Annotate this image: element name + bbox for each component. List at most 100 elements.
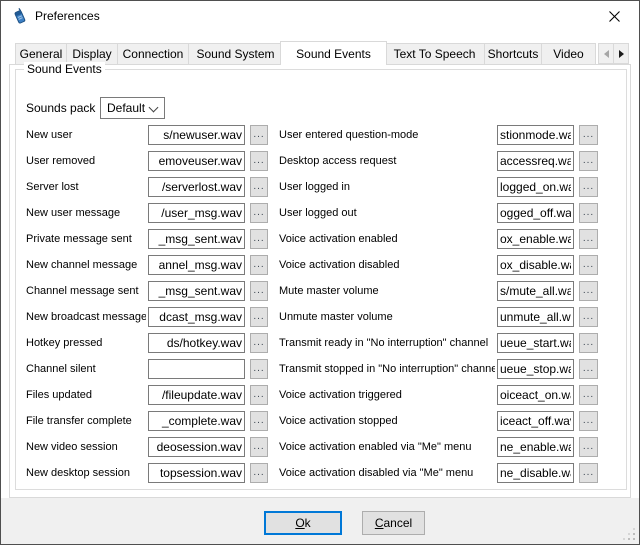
browse-button[interactable]: ...: [579, 151, 598, 171]
tab-sound-system[interactable]: Sound System: [188, 43, 283, 64]
sounds-pack-value: Default: [107, 98, 145, 118]
ok-label-rest: k: [305, 516, 311, 530]
sound-file-input[interactable]: [497, 255, 574, 275]
sounds-pack-select[interactable]: Default: [100, 97, 165, 119]
event-label: File transfer complete: [26, 411, 146, 431]
sound-file-input[interactable]: [148, 333, 245, 353]
sound-file-input[interactable]: [148, 385, 245, 405]
window-title: Preferences: [35, 9, 100, 23]
sound-file-input[interactable]: [497, 411, 574, 431]
sound-file-input[interactable]: [497, 359, 574, 379]
sound-file-input[interactable]: [148, 177, 245, 197]
browse-button[interactable]: ...: [579, 463, 598, 483]
sound-file-input[interactable]: [497, 281, 574, 301]
event-label: New user: [26, 125, 146, 145]
event-label: Unmute master volume: [279, 307, 495, 327]
tab-scroll-left-button[interactable]: [598, 43, 614, 64]
sound-file-input[interactable]: [148, 151, 245, 171]
sound-file-input[interactable]: [148, 281, 245, 301]
sound-file-input[interactable]: [497, 437, 574, 457]
tab-label: Shortcuts: [488, 47, 539, 61]
cancel-label-rest: ancel: [383, 516, 412, 530]
tab-connection[interactable]: Connection: [117, 43, 189, 64]
sound-file-input[interactable]: [497, 125, 574, 145]
event-label: New desktop session: [26, 463, 146, 483]
sound-file-input[interactable]: [148, 203, 245, 223]
tab-display[interactable]: Display: [66, 43, 118, 64]
cancel-button[interactable]: Cancel: [362, 511, 425, 535]
browse-button[interactable]: ...: [579, 255, 598, 275]
browse-button[interactable]: ...: [250, 359, 268, 379]
browse-button[interactable]: ...: [579, 281, 598, 301]
close-button[interactable]: [597, 4, 631, 28]
event-label: Channel message sent: [26, 281, 146, 301]
sound-file-input[interactable]: [497, 177, 574, 197]
tab-label: Sound Events: [296, 47, 371, 61]
browse-button[interactable]: ...: [250, 125, 268, 145]
preferences-dialog: Preferences General Display Connection S…: [0, 0, 640, 545]
sound-file-input[interactable]: [497, 203, 574, 223]
scroll-left-icon: [604, 50, 609, 58]
tab-sound-events[interactable]: Sound Events: [280, 41, 387, 65]
ok-button[interactable]: Ok: [264, 511, 342, 535]
sound-file-input[interactable]: [497, 333, 574, 353]
tab-label: Sound System: [196, 47, 274, 61]
sound-file-input[interactable]: [148, 411, 245, 431]
event-label: Desktop access request: [279, 151, 495, 171]
tab-label: Display: [72, 47, 111, 61]
tab-general[interactable]: General: [15, 43, 67, 64]
browse-button[interactable]: ...: [250, 463, 268, 483]
browse-button[interactable]: ...: [250, 281, 268, 301]
event-label: User logged out: [279, 203, 495, 223]
ok-label: O: [295, 516, 304, 530]
browse-button[interactable]: ...: [250, 177, 268, 197]
event-label: New user message: [26, 203, 146, 223]
sound-file-input[interactable]: [497, 229, 574, 249]
sound-file-input[interactable]: [497, 463, 574, 483]
sound-file-input[interactable]: [148, 255, 245, 275]
sound-file-input[interactable]: [148, 229, 245, 249]
event-label: Server lost: [26, 177, 146, 197]
sound-file-input[interactable]: [148, 307, 245, 327]
browse-button[interactable]: ...: [579, 411, 598, 431]
browse-button[interactable]: ...: [579, 385, 598, 405]
browse-button[interactable]: ...: [579, 229, 598, 249]
tab-shortcuts[interactable]: Shortcuts: [484, 43, 542, 64]
event-label: New channel message: [26, 255, 146, 275]
tab-scroll-right-button[interactable]: [613, 43, 629, 64]
button-strip: Ok Cancel: [1, 498, 639, 544]
browse-button[interactable]: ...: [579, 307, 598, 327]
sound-file-input[interactable]: [497, 385, 574, 405]
browse-button[interactable]: ...: [579, 333, 598, 353]
browse-button[interactable]: ...: [250, 307, 268, 327]
browse-button[interactable]: ...: [250, 333, 268, 353]
tab-label: General: [20, 47, 63, 61]
browse-button[interactable]: ...: [250, 437, 268, 457]
browse-button[interactable]: ...: [579, 203, 598, 223]
event-label: Voice activation triggered: [279, 385, 495, 405]
browse-button[interactable]: ...: [250, 411, 268, 431]
browse-button[interactable]: ...: [250, 229, 268, 249]
sound-file-input[interactable]: [148, 437, 245, 457]
browse-button[interactable]: ...: [579, 125, 598, 145]
browse-button[interactable]: ...: [250, 151, 268, 171]
browse-button[interactable]: ...: [579, 437, 598, 457]
tab-text-to-speech[interactable]: Text To Speech: [384, 43, 485, 64]
resize-grip[interactable]: [623, 528, 636, 541]
sound-file-input[interactable]: [148, 125, 245, 145]
sound-file-input[interactable]: [148, 463, 245, 483]
event-label: Transmit stopped in "No interruption" ch…: [279, 359, 495, 379]
browse-button[interactable]: ...: [579, 177, 598, 197]
event-label: Transmit ready in "No interruption" chan…: [279, 333, 495, 353]
scroll-right-icon: [619, 50, 624, 58]
browse-button[interactable]: ...: [250, 203, 268, 223]
sound-file-input[interactable]: [148, 359, 245, 379]
sound-file-input[interactable]: [497, 307, 574, 327]
event-label: User entered question-mode: [279, 125, 495, 145]
tab-video[interactable]: Video: [541, 43, 596, 64]
browse-button[interactable]: ...: [250, 385, 268, 405]
event-label: User removed: [26, 151, 146, 171]
sound-file-input[interactable]: [497, 151, 574, 171]
browse-button[interactable]: ...: [579, 359, 598, 379]
browse-button[interactable]: ...: [250, 255, 268, 275]
